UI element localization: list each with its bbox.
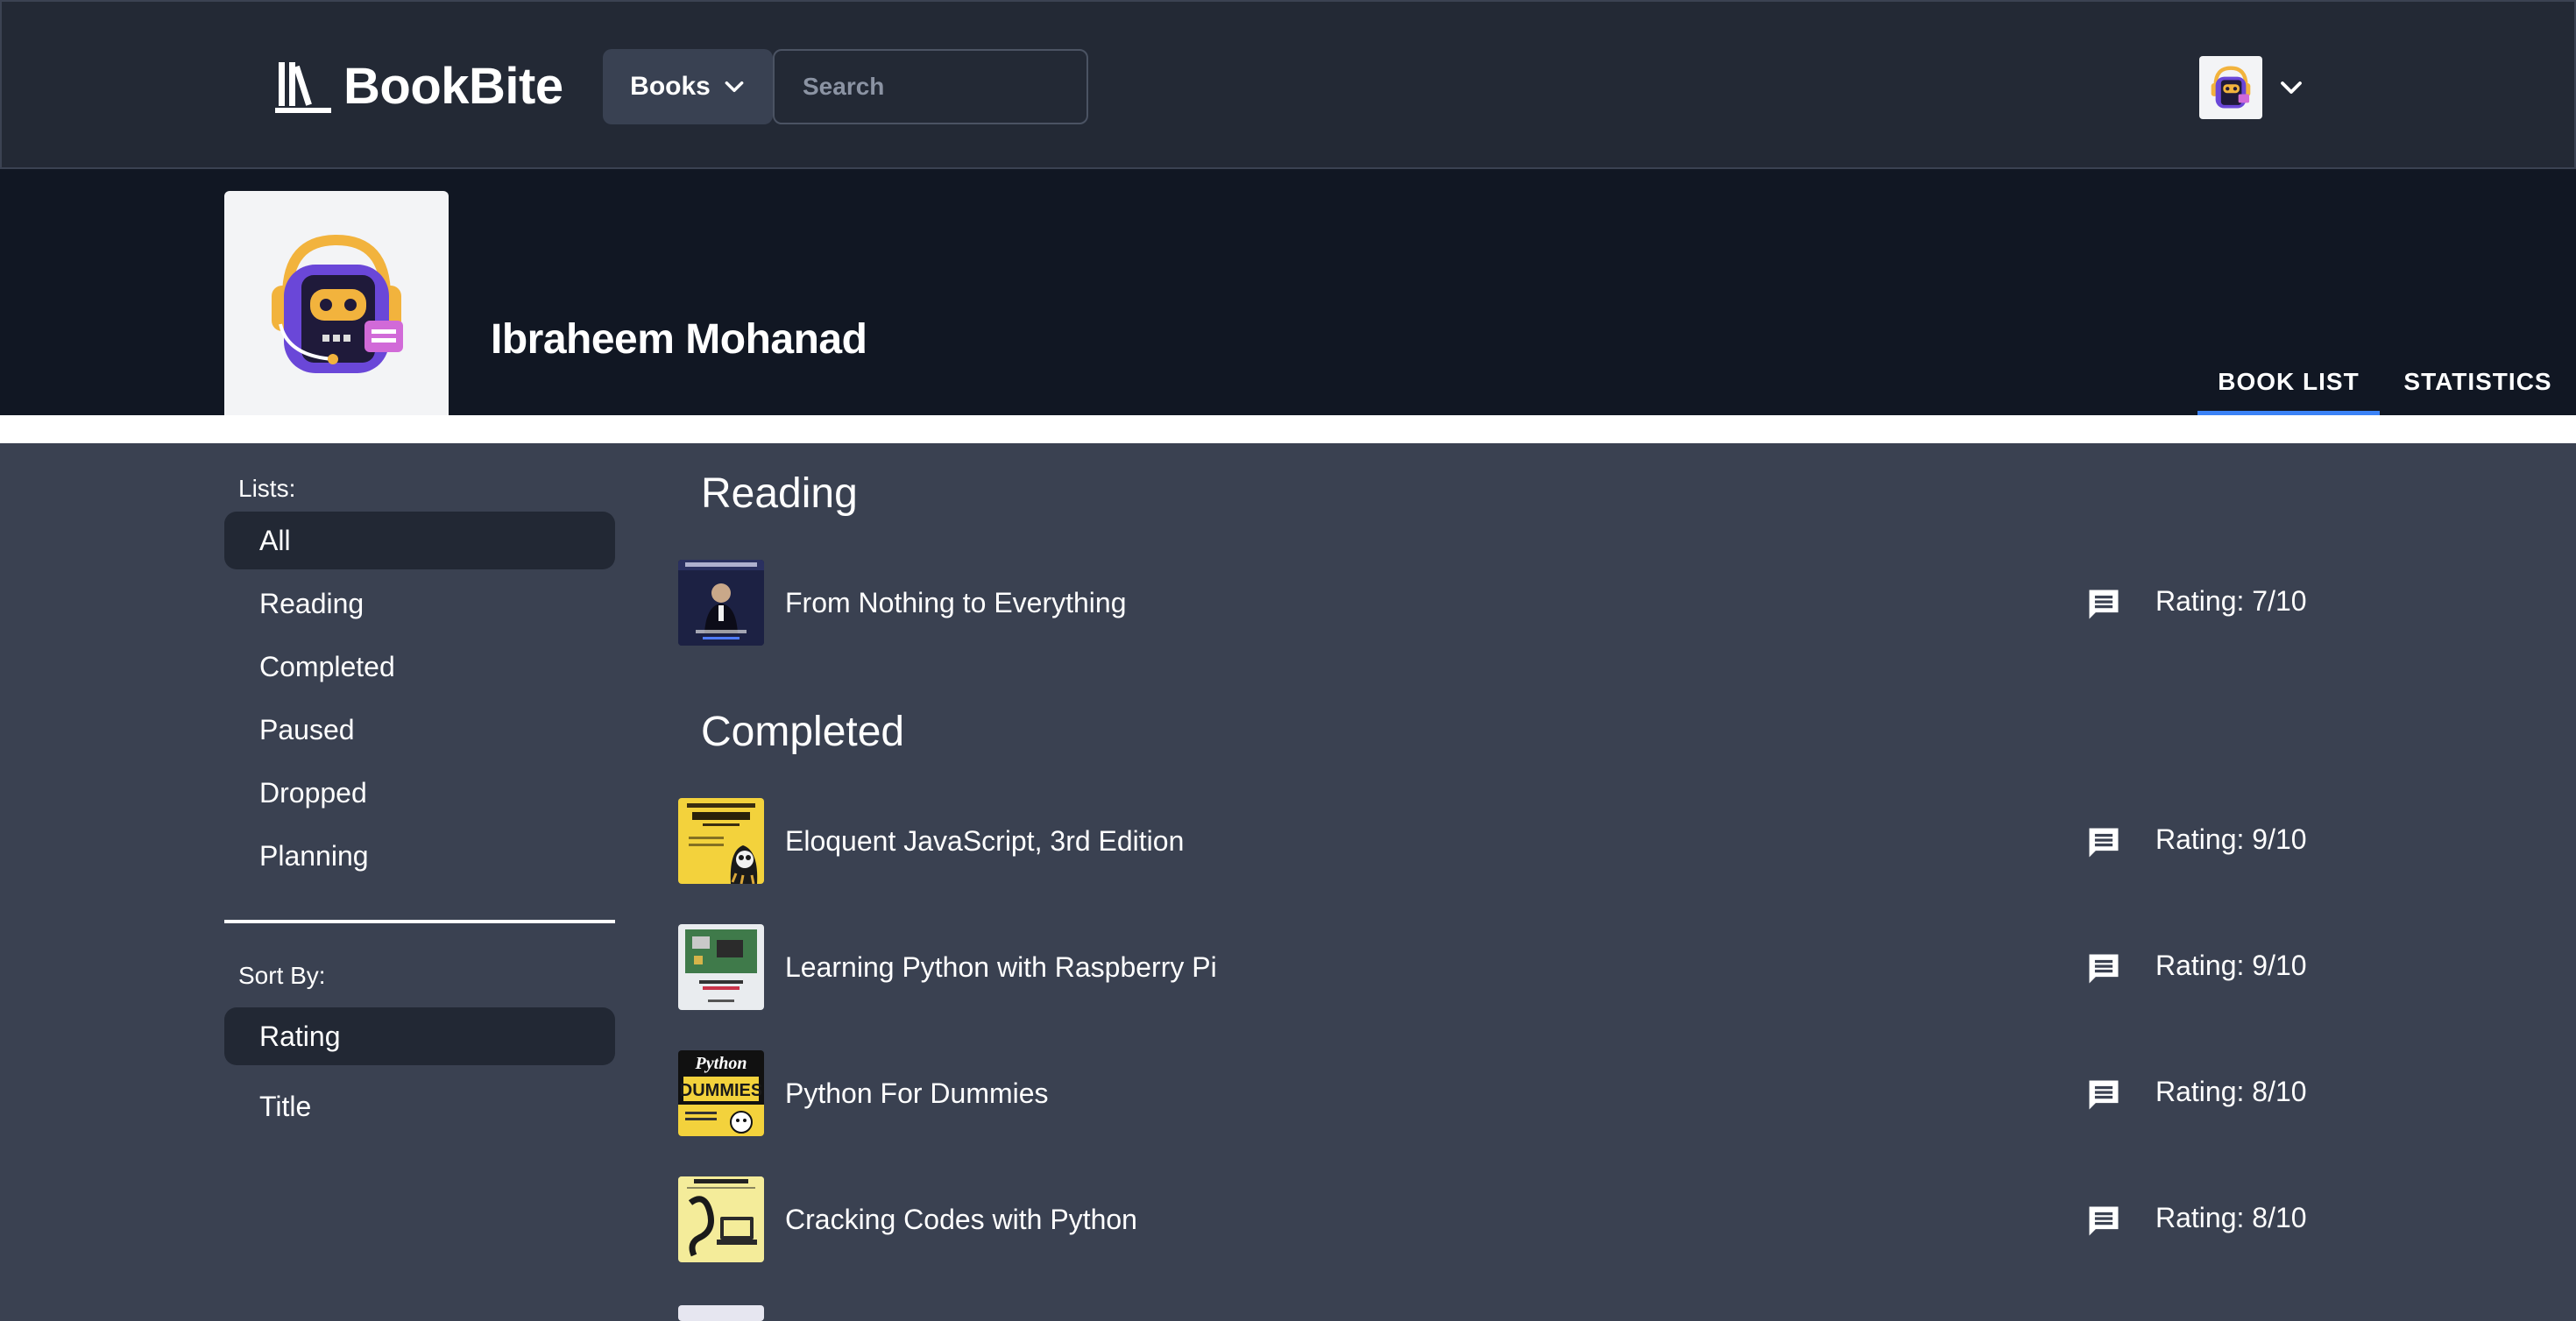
tab-book-list[interactable]: BOOK LIST [2197, 349, 2380, 415]
chevron-down-icon[interactable] [2278, 74, 2304, 101]
group-title-reading: Reading [701, 470, 858, 517]
list-item: Eloquent JavaScript, 3rd Edition Rating:… [678, 797, 2343, 885]
comment-icon[interactable] [2084, 585, 2124, 624]
list-filter-all[interactable]: All [224, 512, 615, 569]
list-filter-completed[interactable]: Completed [224, 638, 615, 696]
book-rating: Rating: 8/10 [2155, 1076, 2307, 1107]
robot-avatar-icon [272, 234, 403, 373]
book-rating: Rating: 7/10 [2155, 585, 2307, 617]
books-dropdown-button[interactable]: Books [603, 49, 773, 124]
list-filter-reading[interactable]: Reading [224, 575, 615, 632]
comment-icon[interactable] [2084, 1076, 2124, 1114]
books-button-label: Books [630, 72, 711, 101]
top-navbar: BookBite Books [0, 0, 2576, 169]
list-item: From Nothing to Everything Rating: 7/10 [678, 559, 2343, 646]
sidebar-divider [224, 920, 615, 923]
book-rating: Rating: 9/10 [2155, 823, 2307, 855]
brand-logo[interactable]: BookBite [275, 53, 563, 119]
list-filter-dropped[interactable]: Dropped [224, 764, 615, 822]
book-cover[interactable] [678, 924, 764, 1010]
books-logo-icon [275, 62, 331, 113]
search-input[interactable] [773, 49, 1088, 124]
user-menu[interactable] [2199, 56, 2304, 119]
list-filter-planning[interactable]: Planning [224, 827, 615, 885]
tab-statistics[interactable]: STATISTICS [2380, 349, 2576, 415]
lists-label: Lists: [238, 475, 296, 502]
profile-avatar [224, 191, 449, 415]
sort-option-title[interactable]: Title [224, 1077, 615, 1135]
sort-option-rating[interactable]: Rating [224, 1007, 615, 1065]
list-filter-paused[interactable]: Paused [224, 701, 615, 759]
sort-label: Sort By: [238, 962, 326, 989]
comment-icon[interactable] [2084, 823, 2124, 862]
chevron-down-icon [725, 81, 744, 93]
book-cover[interactable] [678, 798, 764, 884]
robot-avatar-icon [2211, 66, 2251, 109]
list-item: Cracking Codes with Python Rating: 8/10 [678, 1176, 2343, 1263]
book-rating: Rating: 8/10 [2155, 1202, 2307, 1233]
divider-strip [0, 415, 2576, 443]
comment-icon[interactable] [2084, 950, 2124, 988]
list-item: Python DUMMIES Python For Dummies Rating… [678, 1049, 2343, 1137]
comment-icon[interactable] [2084, 1202, 2124, 1240]
list-item: Learning Python with Raspberry Pi Rating… [678, 923, 2343, 1011]
group-title-completed: Completed [701, 709, 905, 755]
book-cover[interactable]: Python DUMMIES [678, 1050, 764, 1136]
avatar[interactable] [2199, 56, 2262, 119]
book-cover[interactable] [678, 560, 764, 646]
book-cover[interactable] [678, 1176, 764, 1262]
profile-name: Ibraheem Mohanad [491, 316, 867, 363]
svg-text:DUMMIES: DUMMIES [680, 1081, 762, 1100]
brand-name: BookBite [343, 57, 563, 115]
book-rating: Rating: 9/10 [2155, 950, 2307, 981]
svg-text:Python: Python [695, 1054, 747, 1073]
book-cover[interactable] [678, 1305, 764, 1321]
